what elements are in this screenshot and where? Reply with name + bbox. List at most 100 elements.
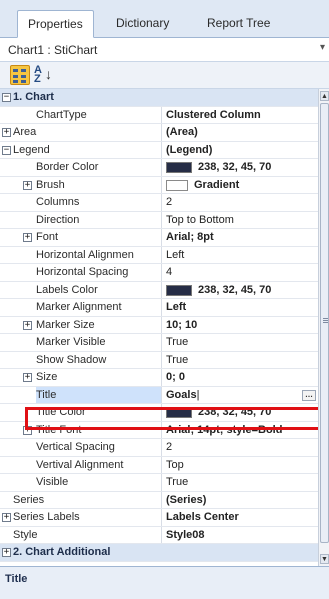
property-value-text: 2 bbox=[166, 441, 173, 453]
expand-icon[interactable]: + bbox=[2, 128, 11, 137]
property-value[interactable]: True bbox=[162, 352, 318, 369]
property-value[interactable]: (Series) bbox=[162, 492, 318, 509]
expand-icon[interactable]: + bbox=[2, 513, 11, 522]
property-row-horizontal-alignment[interactable]: Horizontal Alignmen Left bbox=[0, 246, 318, 264]
property-row-charttype[interactable]: ChartType Clustered Column bbox=[0, 106, 318, 124]
property-value[interactable]: 0; 0 bbox=[162, 369, 318, 386]
expand-icon[interactable]: + bbox=[23, 373, 32, 382]
property-row-series-labels[interactable]: + Series Labels Labels Center bbox=[0, 509, 318, 527]
property-value[interactable]: Gradient bbox=[162, 177, 318, 194]
expand-icon[interactable]: + bbox=[23, 320, 32, 330]
property-row-font[interactable]: + Font Arial; 8pt bbox=[0, 229, 318, 247]
property-name: 1. Chart bbox=[13, 91, 54, 103]
property-row-title[interactable]: Title Goals|… bbox=[0, 386, 318, 404]
property-value[interactable]: Left bbox=[162, 299, 318, 316]
property-value[interactable]: (Legend) bbox=[162, 142, 318, 159]
property-value[interactable]: 2 bbox=[162, 439, 318, 456]
property-row-brush[interactable]: + Brush Gradient bbox=[0, 176, 318, 194]
property-row-columns[interactable]: Columns 2 bbox=[0, 194, 318, 212]
property-value-text: 10; 10 bbox=[166, 318, 198, 331]
property-value-text: True bbox=[166, 476, 189, 488]
property-row-border-color[interactable]: Border Color 238, 32, 45, 70 bbox=[0, 159, 318, 177]
property-name: Horizontal Alignmen bbox=[36, 246, 162, 263]
property-value[interactable]: Top to Bottom bbox=[162, 212, 318, 229]
property-row-marker-alignment[interactable]: Marker Alignment Left bbox=[0, 299, 318, 317]
property-value[interactable]: Goals|… bbox=[162, 386, 318, 403]
sort-az-icon[interactable]: A Z ↓ bbox=[34, 65, 54, 85]
object-selector[interactable]: Chart1 : StiChart ▾ bbox=[0, 38, 329, 62]
property-value-text: (Legend) bbox=[166, 143, 213, 156]
toolbar: A Z ↓ bbox=[0, 62, 329, 89]
property-value-text: 4 bbox=[166, 266, 173, 278]
scroll-up-icon[interactable]: ▲ bbox=[320, 91, 329, 101]
property-row-show-shadow[interactable]: Show Shadow True bbox=[0, 351, 318, 369]
ellipsis-button[interactable]: … bbox=[302, 389, 316, 401]
property-row-series[interactable]: Series (Series) bbox=[0, 491, 318, 509]
property-value[interactable]: 10; 10 bbox=[162, 317, 318, 334]
property-row-marker-size[interactable]: + Marker Size 10; 10 bbox=[0, 316, 318, 334]
collapse-icon[interactable]: − bbox=[2, 145, 11, 155]
property-row-marker-visible[interactable]: Marker Visible True bbox=[0, 334, 318, 352]
property-name: Style bbox=[13, 526, 162, 543]
vertical-scrollbar[interactable]: ▲ ▼ bbox=[318, 89, 329, 566]
property-value[interactable]: True bbox=[162, 474, 318, 491]
property-row-style[interactable]: Style Style08 bbox=[0, 526, 318, 544]
property-row-direction[interactable]: Direction Top to Bottom bbox=[0, 211, 318, 229]
property-row-vertical-alignment[interactable]: Vertival Alignment Top bbox=[0, 456, 318, 474]
color-swatch bbox=[166, 162, 192, 173]
category-row-cat-chart-additional[interactable]: +2. Chart Additional bbox=[0, 544, 318, 562]
property-name: Series bbox=[13, 491, 162, 508]
property-value[interactable]: 2 bbox=[162, 194, 318, 211]
tab-dictionary[interactable]: Dictionary bbox=[106, 10, 179, 38]
tab-report-tree[interactable]: Report Tree bbox=[197, 10, 280, 38]
property-name: Labels Color bbox=[36, 281, 162, 298]
property-name: Title bbox=[36, 386, 162, 403]
property-row-horizontal-spacing[interactable]: Horizontal Spacing 4 bbox=[0, 264, 318, 282]
expand-icon[interactable]: + bbox=[23, 233, 32, 242]
color-swatch bbox=[166, 179, 188, 191]
chevron-down-icon[interactable]: ▾ bbox=[320, 42, 325, 53]
property-value[interactable]: 238, 32, 45, 70 bbox=[162, 159, 318, 176]
categorized-icon[interactable] bbox=[10, 65, 30, 85]
tab-bar: Properties Dictionary Report Tree bbox=[0, 0, 329, 38]
property-row-size[interactable]: + Size 0; 0 bbox=[0, 369, 318, 387]
description-panel: Title bbox=[0, 566, 329, 599]
expand-icon[interactable]: + bbox=[2, 548, 11, 557]
property-row-legend[interactable]: − Legend (Legend) bbox=[0, 141, 318, 159]
scroll-down-icon[interactable]: ▼ bbox=[320, 554, 329, 564]
property-row-area[interactable]: + Area (Area) bbox=[0, 124, 318, 142]
highlight-box bbox=[25, 407, 329, 430]
property-value[interactable]: 4 bbox=[162, 264, 318, 281]
property-value[interactable]: Left bbox=[162, 247, 318, 264]
category-row-cat-chart[interactable]: −1. Chart bbox=[0, 89, 318, 107]
property-value-text: (Area) bbox=[166, 126, 198, 138]
property-name: Marker Size bbox=[36, 316, 162, 333]
property-grid: −1. Chart ChartType Clustered Column + Area(… bbox=[0, 89, 318, 566]
property-value-text: Goals bbox=[166, 388, 197, 401]
tab-properties[interactable]: Properties bbox=[17, 10, 94, 38]
property-row-labels-color[interactable]: Labels Color 238, 32, 45, 70 bbox=[0, 281, 318, 299]
property-value-text: Left bbox=[166, 248, 185, 261]
property-row-vertical-spacing[interactable]: Vertical Spacing 2 bbox=[0, 439, 318, 457]
property-value[interactable]: Arial; 8pt bbox=[162, 229, 318, 246]
property-value[interactable]: Labels Center bbox=[162, 509, 318, 526]
property-value[interactable]: Clustered Column bbox=[162, 107, 318, 124]
property-value-text: True bbox=[166, 336, 189, 348]
property-name: Direction bbox=[36, 211, 162, 228]
property-row-visible[interactable]: Visible True bbox=[0, 474, 318, 492]
property-value-text: Top to Bottom bbox=[166, 213, 234, 226]
property-value[interactable]: 238, 32, 45, 70 bbox=[162, 282, 318, 299]
scrollbar-thumb[interactable] bbox=[320, 103, 329, 543]
property-name: Series Labels bbox=[13, 509, 162, 526]
property-value[interactable]: Top bbox=[162, 457, 318, 474]
property-value[interactable]: Style08 bbox=[162, 527, 318, 544]
property-name: Brush bbox=[36, 176, 162, 193]
property-value[interactable]: (Area) bbox=[162, 124, 318, 141]
property-name: Vertival Alignment bbox=[36, 456, 162, 473]
property-value[interactable]: True bbox=[162, 334, 318, 351]
property-value-text: 238, 32, 45, 70 bbox=[198, 161, 272, 173]
property-value-text: 238, 32, 45, 70 bbox=[198, 283, 272, 296]
expand-icon[interactable]: + bbox=[23, 180, 32, 190]
property-value-text: True bbox=[166, 353, 189, 366]
collapse-icon[interactable]: − bbox=[2, 93, 11, 102]
